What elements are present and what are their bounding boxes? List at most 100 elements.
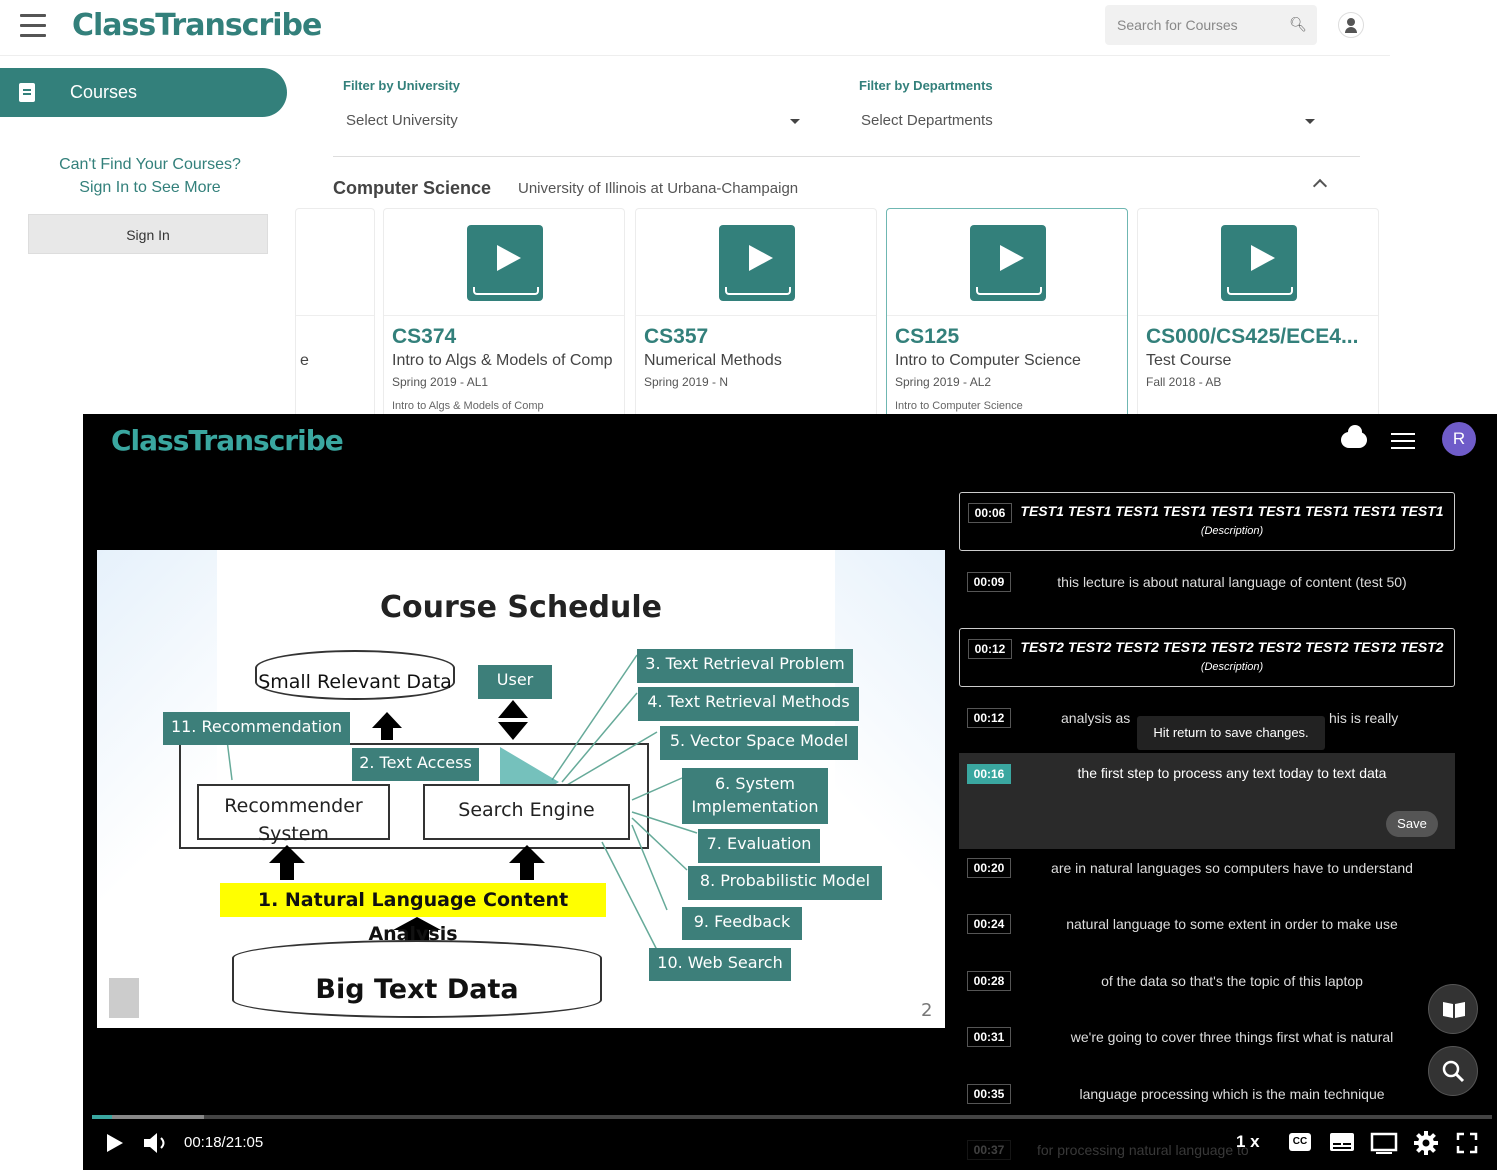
menu-icon[interactable] — [20, 14, 46, 38]
top-bar: ClassTranscribe Search for Courses 🔍︎ — [0, 0, 1390, 56]
timestamp-button[interactable]: 00:28 — [967, 971, 1011, 991]
volume-icon[interactable] — [141, 1130, 171, 1156]
transcript-line[interactable]: 00:09 this lecture is about natural lang… — [959, 572, 1455, 602]
save-button[interactable]: Save — [1386, 811, 1438, 837]
course-code: CS357 — [644, 325, 709, 348]
transcript-text[interactable]: this lecture is about natural language o… — [1019, 574, 1445, 590]
user-avatar[interactable]: R — [1442, 422, 1476, 456]
account-icon[interactable] — [1338, 12, 1364, 38]
theater-mode-icon[interactable] — [1370, 1132, 1398, 1154]
course-card[interactable]: CS000/CS425/ECE4... Test Course Fall 201… — [1137, 208, 1379, 418]
course-card[interactable]: CS125 Intro to Computer Science Spring 2… — [886, 208, 1128, 418]
slide-text-access: 2. Text Access — [352, 748, 479, 781]
transcript-line[interactable]: 00:31 we're going to cover three things … — [959, 1027, 1455, 1057]
book-icon — [19, 83, 35, 102]
transcript-line-editing[interactable]: 00:16 the first step to process any text… — [959, 753, 1455, 849]
university-filter-label: Filter by University — [343, 78, 461, 93]
course-term: Fall 2018 - AB — [1146, 375, 1222, 389]
slide-small-data: Small Relevant Data — [255, 650, 455, 700]
transcript-line[interactable]: 00:28 of the data so that's the topic of… — [959, 971, 1455, 1001]
university-name: University of Illinois at Urbana-Champai… — [518, 180, 799, 197]
timestamp-button[interactable]: 00:12 — [967, 708, 1011, 728]
slide-topic: 3. Text Retrieval Problem — [637, 649, 853, 683]
timestamp-button[interactable]: 00:06 — [968, 503, 1012, 523]
chevron-up-icon[interactable] — [1312, 178, 1328, 194]
search-input[interactable]: Search for Courses 🔍︎ — [1105, 5, 1317, 45]
search-icon[interactable] — [1428, 1046, 1478, 1096]
slide-recommendation: 11. Recommendation — [163, 712, 350, 745]
video-book-icon — [970, 225, 1046, 301]
course-subtitle: Intro to Algs & Models of Comp — [392, 400, 544, 412]
timestamp-button[interactable]: 00:20 — [967, 858, 1011, 878]
transcript-text[interactable]: of the data so that's the topic of this … — [1019, 973, 1445, 989]
timestamp-button[interactable]: 00:31 — [967, 1027, 1011, 1047]
chevron-down-icon[interactable] — [1305, 119, 1315, 124]
slide-topic: 6. System Implementation — [682, 768, 828, 824]
settings-gear-icon[interactable] — [1413, 1130, 1439, 1156]
slide-topic: 9. Feedback — [682, 907, 802, 940]
play-icon[interactable] — [105, 1132, 125, 1154]
description-label: (Description) — [1200, 661, 1264, 673]
timestamp-button[interactable]: 00:16 — [967, 764, 1011, 784]
played-bar — [92, 1115, 113, 1119]
course-card[interactable]: CS357 Numerical Methods Spring 2019 - N — [635, 208, 877, 418]
transcript-text[interactable]: natural language to some extent in order… — [1019, 916, 1445, 932]
course-name: Numerical Methods — [644, 352, 782, 369]
timestamp-button[interactable]: 00:12 — [968, 639, 1012, 659]
closed-caption-icon[interactable]: CC — [1289, 1133, 1311, 1151]
speed-button[interactable]: 1 x — [1236, 1132, 1260, 1152]
signin-button[interactable]: Sign In — [28, 214, 268, 254]
video-frame[interactable]: Course Schedule Small Relevant Data User — [97, 550, 945, 1028]
transcript-panel: 00:06 TEST1 TEST1 TEST1 TEST1 TEST1 TEST… — [959, 490, 1455, 1170]
subtitles-icon[interactable] — [1329, 1132, 1355, 1152]
slide-nlp: 1. Natural Language Content Analysis — [220, 883, 606, 945]
timestamp-button[interactable]: 00:09 — [967, 572, 1011, 592]
progress-bar[interactable] — [92, 1115, 1492, 1119]
player-controls: 00:18/21:05 1 x CC — [83, 1120, 1497, 1170]
app-logo[interactable]: ClassTranscribe — [72, 8, 322, 43]
transcript-text[interactable]: language processing which is the main te… — [1019, 1086, 1445, 1102]
slide-topic: 5. Vector Space Model — [660, 726, 858, 760]
timestamp-button[interactable]: 00:35 — [967, 1084, 1011, 1104]
transcript-edit-input[interactable]: the first step to process any text today… — [1019, 765, 1445, 781]
transcript-text[interactable]: we're going to cover three things first … — [1019, 1029, 1445, 1045]
course-card-partial-text: e — [300, 352, 309, 369]
cloud-download-icon[interactable] — [1341, 425, 1367, 448]
transcript-line[interactable]: 00:35 language processing which is the m… — [959, 1084, 1455, 1114]
video-book-icon — [1221, 225, 1297, 301]
transcript-line[interactable]: 00:24 natural language to some extent in… — [959, 914, 1455, 944]
slide-topic: 7. Evaluation — [698, 829, 820, 863]
signin-prompt-line1: Can't Find Your Courses? — [59, 156, 241, 173]
transcript-text[interactable]: are in natural languages so computers ha… — [1019, 860, 1445, 876]
course-card-partial[interactable]: e — [295, 208, 375, 418]
university-select[interactable]: Select University — [346, 112, 458, 129]
divider — [333, 156, 1360, 157]
timestamp-button[interactable]: 00:24 — [967, 914, 1011, 934]
slide-user: User — [478, 665, 552, 699]
department-select[interactable]: Select Departments — [861, 112, 993, 129]
search-placeholder: Search for Courses — [1117, 17, 1238, 33]
video-player: ClassTranscribe R Course Schedule Small … — [83, 414, 1497, 1170]
slide-topic: 10. Web Search — [649, 948, 791, 981]
chevron-down-icon[interactable] — [790, 119, 800, 124]
slide-topic: 4. Text Retrieval Methods — [638, 687, 859, 721]
search-icon[interactable]: 🔍︎ — [1289, 16, 1307, 33]
course-card[interactable]: CS374 Intro to Algs & Models of Comp Spr… — [383, 208, 625, 418]
video-book-icon — [719, 225, 795, 301]
sidebar-item-courses[interactable]: Courses — [0, 68, 287, 117]
fullscreen-icon[interactable] — [1456, 1132, 1478, 1154]
signin-prompt-line2: Sign In to See More — [79, 179, 221, 196]
playlist-icon[interactable] — [1391, 433, 1415, 449]
book-icon[interactable] — [1428, 984, 1478, 1034]
transcript-description[interactable]: 00:12 TEST2 TEST2 TEST2 TEST2 TEST2 TEST… — [959, 628, 1455, 687]
slide-search-engine: Search Engine — [423, 784, 630, 840]
transcript-description[interactable]: 00:06 TEST1 TEST1 TEST1 TEST1 TEST1 TEST… — [959, 492, 1455, 551]
department-filter-label: Filter by Departments — [859, 78, 993, 93]
transcript-text-end[interactable]: his is really — [1329, 710, 1445, 726]
player-logo[interactable]: ClassTranscribe — [111, 424, 344, 457]
course-code: CS374 — [392, 325, 457, 348]
transcript-line[interactable]: 00:20 are in natural languages so comput… — [959, 858, 1455, 888]
course-listing: Filter by University Select University F… — [295, 56, 1390, 418]
course-code: CS000/CS425/ECE4... — [1146, 325, 1359, 348]
sidebar-item-label: Courses — [70, 82, 138, 102]
